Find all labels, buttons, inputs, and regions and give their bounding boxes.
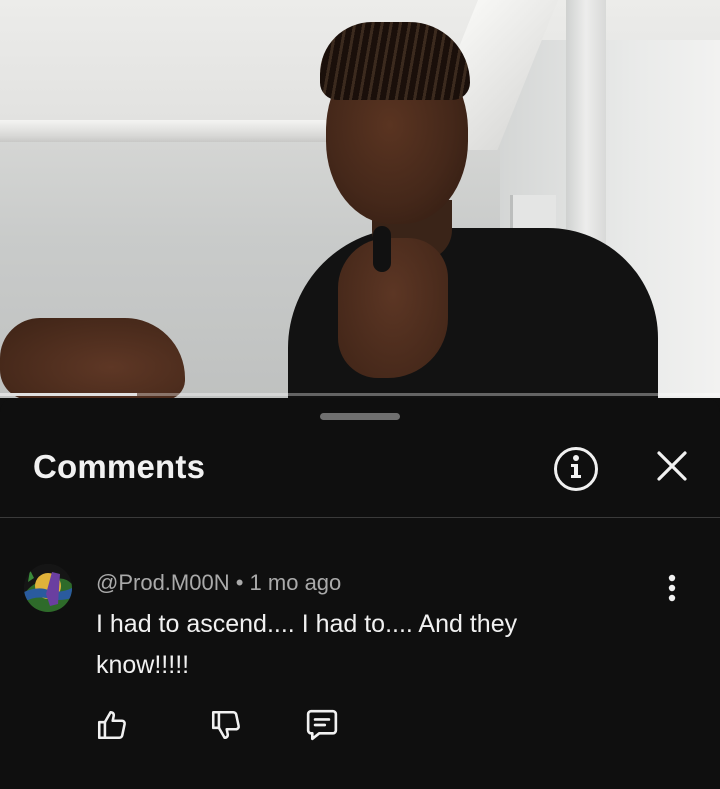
avatar[interactable] xyxy=(24,564,72,612)
video-background-molding xyxy=(0,120,340,142)
comment-more-button[interactable] xyxy=(660,574,684,606)
video-person-hand xyxy=(338,238,448,378)
info-button[interactable] xyxy=(554,447,598,491)
video-progress-fill xyxy=(0,393,137,396)
video-player[interactable] xyxy=(0,0,720,398)
comments-sheet: Comments @Prod.M00N • 1 mo ago I had to … xyxy=(0,398,720,789)
header-divider xyxy=(0,517,720,518)
like-button[interactable] xyxy=(92,707,132,747)
close-icon xyxy=(657,450,687,486)
close-button[interactable] xyxy=(650,446,694,490)
video-person-gesturing-hand xyxy=(0,318,185,398)
comments-title: Comments xyxy=(33,448,206,485)
info-icon xyxy=(566,454,586,485)
video-microphone xyxy=(373,226,391,272)
meta-separator: • xyxy=(229,570,250,595)
reply-button[interactable] xyxy=(302,707,342,747)
comment-text: I had to ascend.... I had to.... And the… xyxy=(96,610,518,679)
drag-handle[interactable] xyxy=(320,413,400,420)
comment-timestamp: 1 mo ago xyxy=(249,570,342,595)
video-progress-bar[interactable] xyxy=(0,393,720,396)
thumbs-up-icon xyxy=(95,708,129,747)
comment-author[interactable]: @Prod.M00N xyxy=(96,570,230,595)
more-vert-icon xyxy=(668,574,676,607)
dislike-button[interactable] xyxy=(206,707,246,747)
reply-comment-icon xyxy=(304,708,340,747)
comment-meta: @Prod.M00N • 1 mo ago xyxy=(96,570,341,596)
thumbs-down-icon xyxy=(209,708,243,747)
